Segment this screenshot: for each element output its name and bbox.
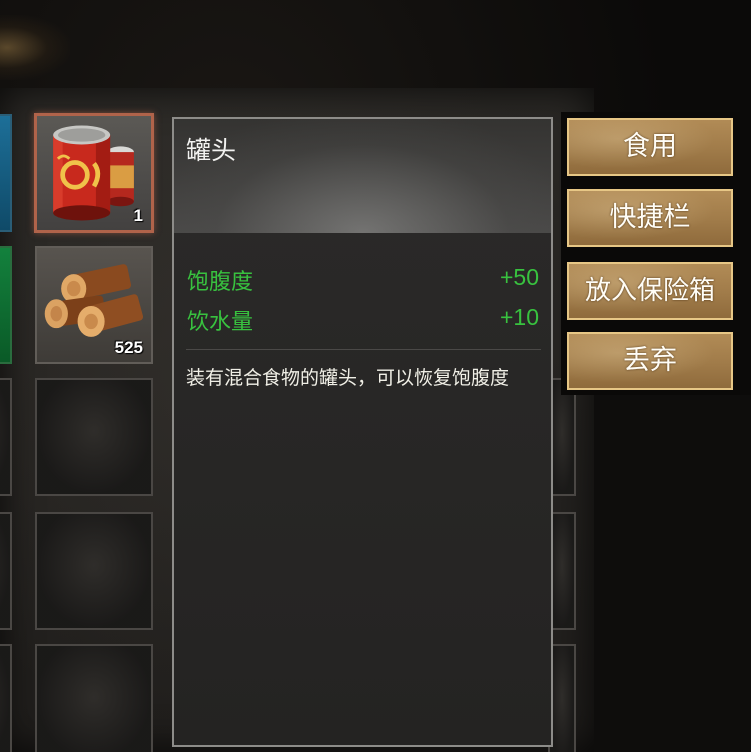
stat-row-satiety: 饱腹度 +50	[187, 264, 539, 298]
ambient-glow	[0, 15, 70, 80]
item-count: 1	[133, 206, 143, 225]
right-background	[594, 395, 751, 752]
item-detail-panel: 罐头 饱腹度 +50 饮水量 +10 装有混合食物的罐头，可以恢复饱腹度	[172, 117, 553, 747]
store-in-safe-button[interactable]: 放入保险箱	[567, 262, 733, 320]
inventory-slot-canned-food[interactable]: 1	[34, 113, 154, 233]
item-detail-header: 罐头	[174, 119, 551, 233]
eat-button[interactable]: 食用	[567, 118, 733, 176]
discard-button[interactable]: 丢弃	[567, 332, 733, 390]
inventory-slot-partial[interactable]	[0, 246, 12, 364]
stat-label: 饱腹度	[187, 270, 254, 295]
inventory-slot-empty[interactable]	[35, 644, 153, 752]
inventory-slot-partial[interactable]	[0, 512, 12, 630]
game-screen: 1 525 罐头 饱腹度 +50 饮水量 +10 装有混合食物的罐头，可以恢复饱…	[0, 0, 751, 752]
item-name: 罐头	[186, 136, 237, 165]
inventory-slot-wood[interactable]: 525	[35, 246, 153, 364]
divider	[186, 349, 541, 350]
stat-value: +50	[499, 264, 539, 290]
stat-value: +10	[499, 304, 539, 330]
item-description: 装有混合食物的罐头，可以恢复饱腹度	[186, 367, 510, 389]
inventory-slot-partial[interactable]	[0, 644, 12, 752]
item-count: 525	[114, 338, 143, 357]
inventory-slot-partial[interactable]	[0, 114, 12, 232]
hotbar-button[interactable]: 快捷栏	[567, 189, 733, 247]
inventory-slot-empty[interactable]	[35, 512, 153, 630]
inventory-slot-partial[interactable]	[0, 378, 12, 496]
stat-row-hydration: 饮水量 +10	[187, 304, 539, 338]
inventory-slot-empty[interactable]	[35, 378, 153, 496]
stat-label: 饮水量	[187, 310, 254, 335]
